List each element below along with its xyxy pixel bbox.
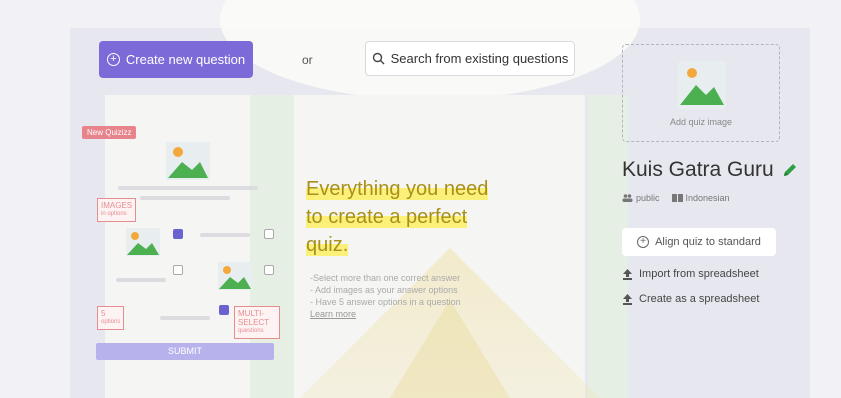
illustration-line [118, 186, 258, 190]
create-question-label: Create new question [125, 52, 246, 67]
feature-item: - Add images as your answer options [310, 285, 458, 295]
illustration-checkbox [264, 229, 274, 239]
align-standard-label: Align quiz to standard [655, 236, 761, 248]
illustration-line [160, 316, 210, 320]
image-placeholder-icon [126, 228, 160, 256]
search-questions-button[interactable]: Search from existing questions [365, 41, 575, 76]
feature-item: - Have 5 answer options in a question [310, 297, 461, 307]
images-tag-title: IMAGES [101, 201, 133, 210]
create-question-button[interactable]: + Create new question [99, 41, 253, 78]
quiz-meta: public Indonesian [622, 193, 730, 203]
multi-select-tag-sub: questions [238, 328, 264, 334]
upload-icon [623, 293, 632, 305]
promo-headline: Everything you need to create a perfect … [306, 175, 536, 259]
language-label: Indonesian [685, 193, 730, 203]
headline-line-1: Everything you need [306, 178, 489, 200]
illustration-submit: SUBMIT [96, 343, 274, 360]
promo-features: -Select more than one correct answer - A… [310, 272, 461, 320]
visibility-chip[interactable]: public [622, 193, 660, 203]
illustration-checkbox [264, 265, 274, 275]
upload-icon [623, 268, 632, 280]
quiz-title-text: Kuis Gatra Guru [622, 158, 774, 181]
create-spreadsheet-link[interactable]: Create as a spreadsheet [622, 293, 759, 305]
plus-circle-icon: + [106, 53, 120, 66]
plus-circle-icon: + [637, 236, 650, 248]
illustration-line [140, 196, 230, 200]
quiz-image-dropzone[interactable]: Add quiz image [622, 44, 780, 142]
image-placeholder-icon [166, 142, 210, 180]
five-options-tag-sub: options [101, 319, 121, 325]
language-chip[interactable]: Indonesian [671, 193, 730, 203]
create-spreadsheet-label: Create as a spreadsheet [639, 293, 760, 305]
import-spreadsheet-link[interactable]: Import from spreadsheet [622, 268, 759, 280]
illustration-line [116, 278, 166, 282]
illustration-checkbox [219, 305, 229, 315]
import-spreadsheet-label: Import from spreadsheet [639, 268, 759, 280]
illustration-checkbox [173, 265, 183, 275]
new-quizizz-badge: New Quizizz [82, 126, 137, 139]
five-options-tag-title: 5 [101, 309, 106, 318]
five-options-tag: 5 options [97, 306, 125, 330]
feature-item: -Select more than one correct answer [310, 273, 461, 283]
image-placeholder-icon [218, 262, 252, 290]
or-label: or [302, 53, 313, 67]
illustration-line [200, 233, 250, 237]
search-questions-label: Search from existing questions [390, 51, 569, 66]
multi-select-tag: MULTI-SELECT questions [234, 306, 280, 339]
quiz-title[interactable]: Kuis Gatra Guru [622, 158, 797, 182]
visibility-label: public [636, 193, 660, 203]
images-tag: IMAGES in options [97, 198, 137, 222]
headline-line-3: quiz. [306, 234, 349, 256]
images-tag-sub: in options [101, 211, 127, 217]
edit-pencil-icon[interactable] [782, 163, 797, 178]
users-icon [622, 194, 633, 202]
align-standard-button[interactable]: + Align quiz to standard [622, 228, 776, 256]
headline-line-2: to create a perfect [306, 206, 468, 228]
illustration-checkbox [173, 229, 183, 239]
image-placeholder-icon [678, 61, 726, 109]
multi-select-tag-title: MULTI-SELECT [238, 309, 270, 327]
learn-more-link[interactable]: Learn more [310, 309, 356, 319]
search-icon [372, 52, 385, 65]
quiz-image-label: Add quiz image [669, 117, 733, 127]
language-icon [671, 194, 683, 202]
